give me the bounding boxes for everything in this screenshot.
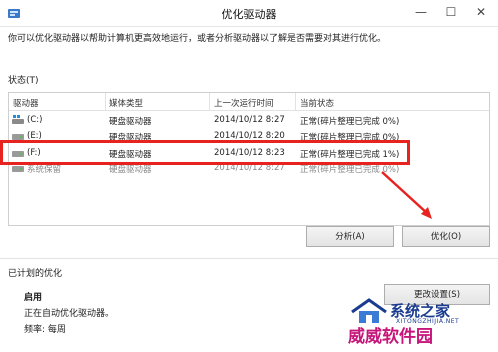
column-header-last-run[interactable]: 上一次运行时间	[214, 97, 274, 109]
drive-row-c[interactable]: (C:) 硬盘驱动器 2014/10/12 8:27 正常(碎片整理已完成 0%…	[9, 113, 489, 128]
schedule-title: 已计划的优化	[8, 269, 63, 279]
drive-status: 正常(碎片整理已完成 0%)	[300, 117, 400, 127]
site-watermark: 系统之家 XITONGZHIJIA.NET 威威软件园	[330, 296, 498, 352]
column-header-drive[interactable]: 驱动器	[13, 97, 39, 109]
highlight-box	[0, 140, 410, 165]
column-divider[interactable]	[209, 93, 210, 110]
column-header-media[interactable]: 媒体类型	[109, 97, 143, 109]
last-run-time: 2014/10/12 8:27	[214, 115, 285, 125]
drive-list-header: 驱动器 媒体类型 上一次运行时间 当前状态	[9, 93, 489, 111]
optimize-button[interactable]: 优化(O)	[402, 226, 490, 247]
watermark-bottom: 威威软件园	[348, 327, 433, 347]
drive-name: (C:)	[27, 115, 43, 125]
status-label: 状态(T)	[8, 76, 39, 86]
minimize-button[interactable]: —	[410, 4, 432, 20]
house-logo-icon	[351, 298, 387, 323]
schedule-status: 正在自动优化驱动器。	[24, 309, 115, 319]
maximize-button[interactable]: ☐	[440, 4, 462, 20]
section-divider	[0, 258, 498, 259]
column-divider[interactable]	[105, 93, 106, 110]
media-type: 硬盘驱动器	[109, 117, 152, 127]
column-divider[interactable]	[295, 93, 296, 110]
schedule-frequency: 频率: 每周	[24, 325, 66, 335]
close-button[interactable]: ✕	[470, 4, 492, 20]
title-bar: 优化驱动器 — ☐ ✕	[0, 0, 498, 27]
column-header-status[interactable]: 当前状态	[300, 97, 334, 109]
analyze-button[interactable]: 分析(A)	[306, 226, 394, 247]
system-drive-icon	[12, 115, 24, 124]
intro-text: 你可以优化驱动器以帮助计算机更高效地运行，或者分析驱动器以了解是否需要对其进行优…	[8, 34, 387, 44]
schedule-state: 启用	[24, 293, 43, 303]
